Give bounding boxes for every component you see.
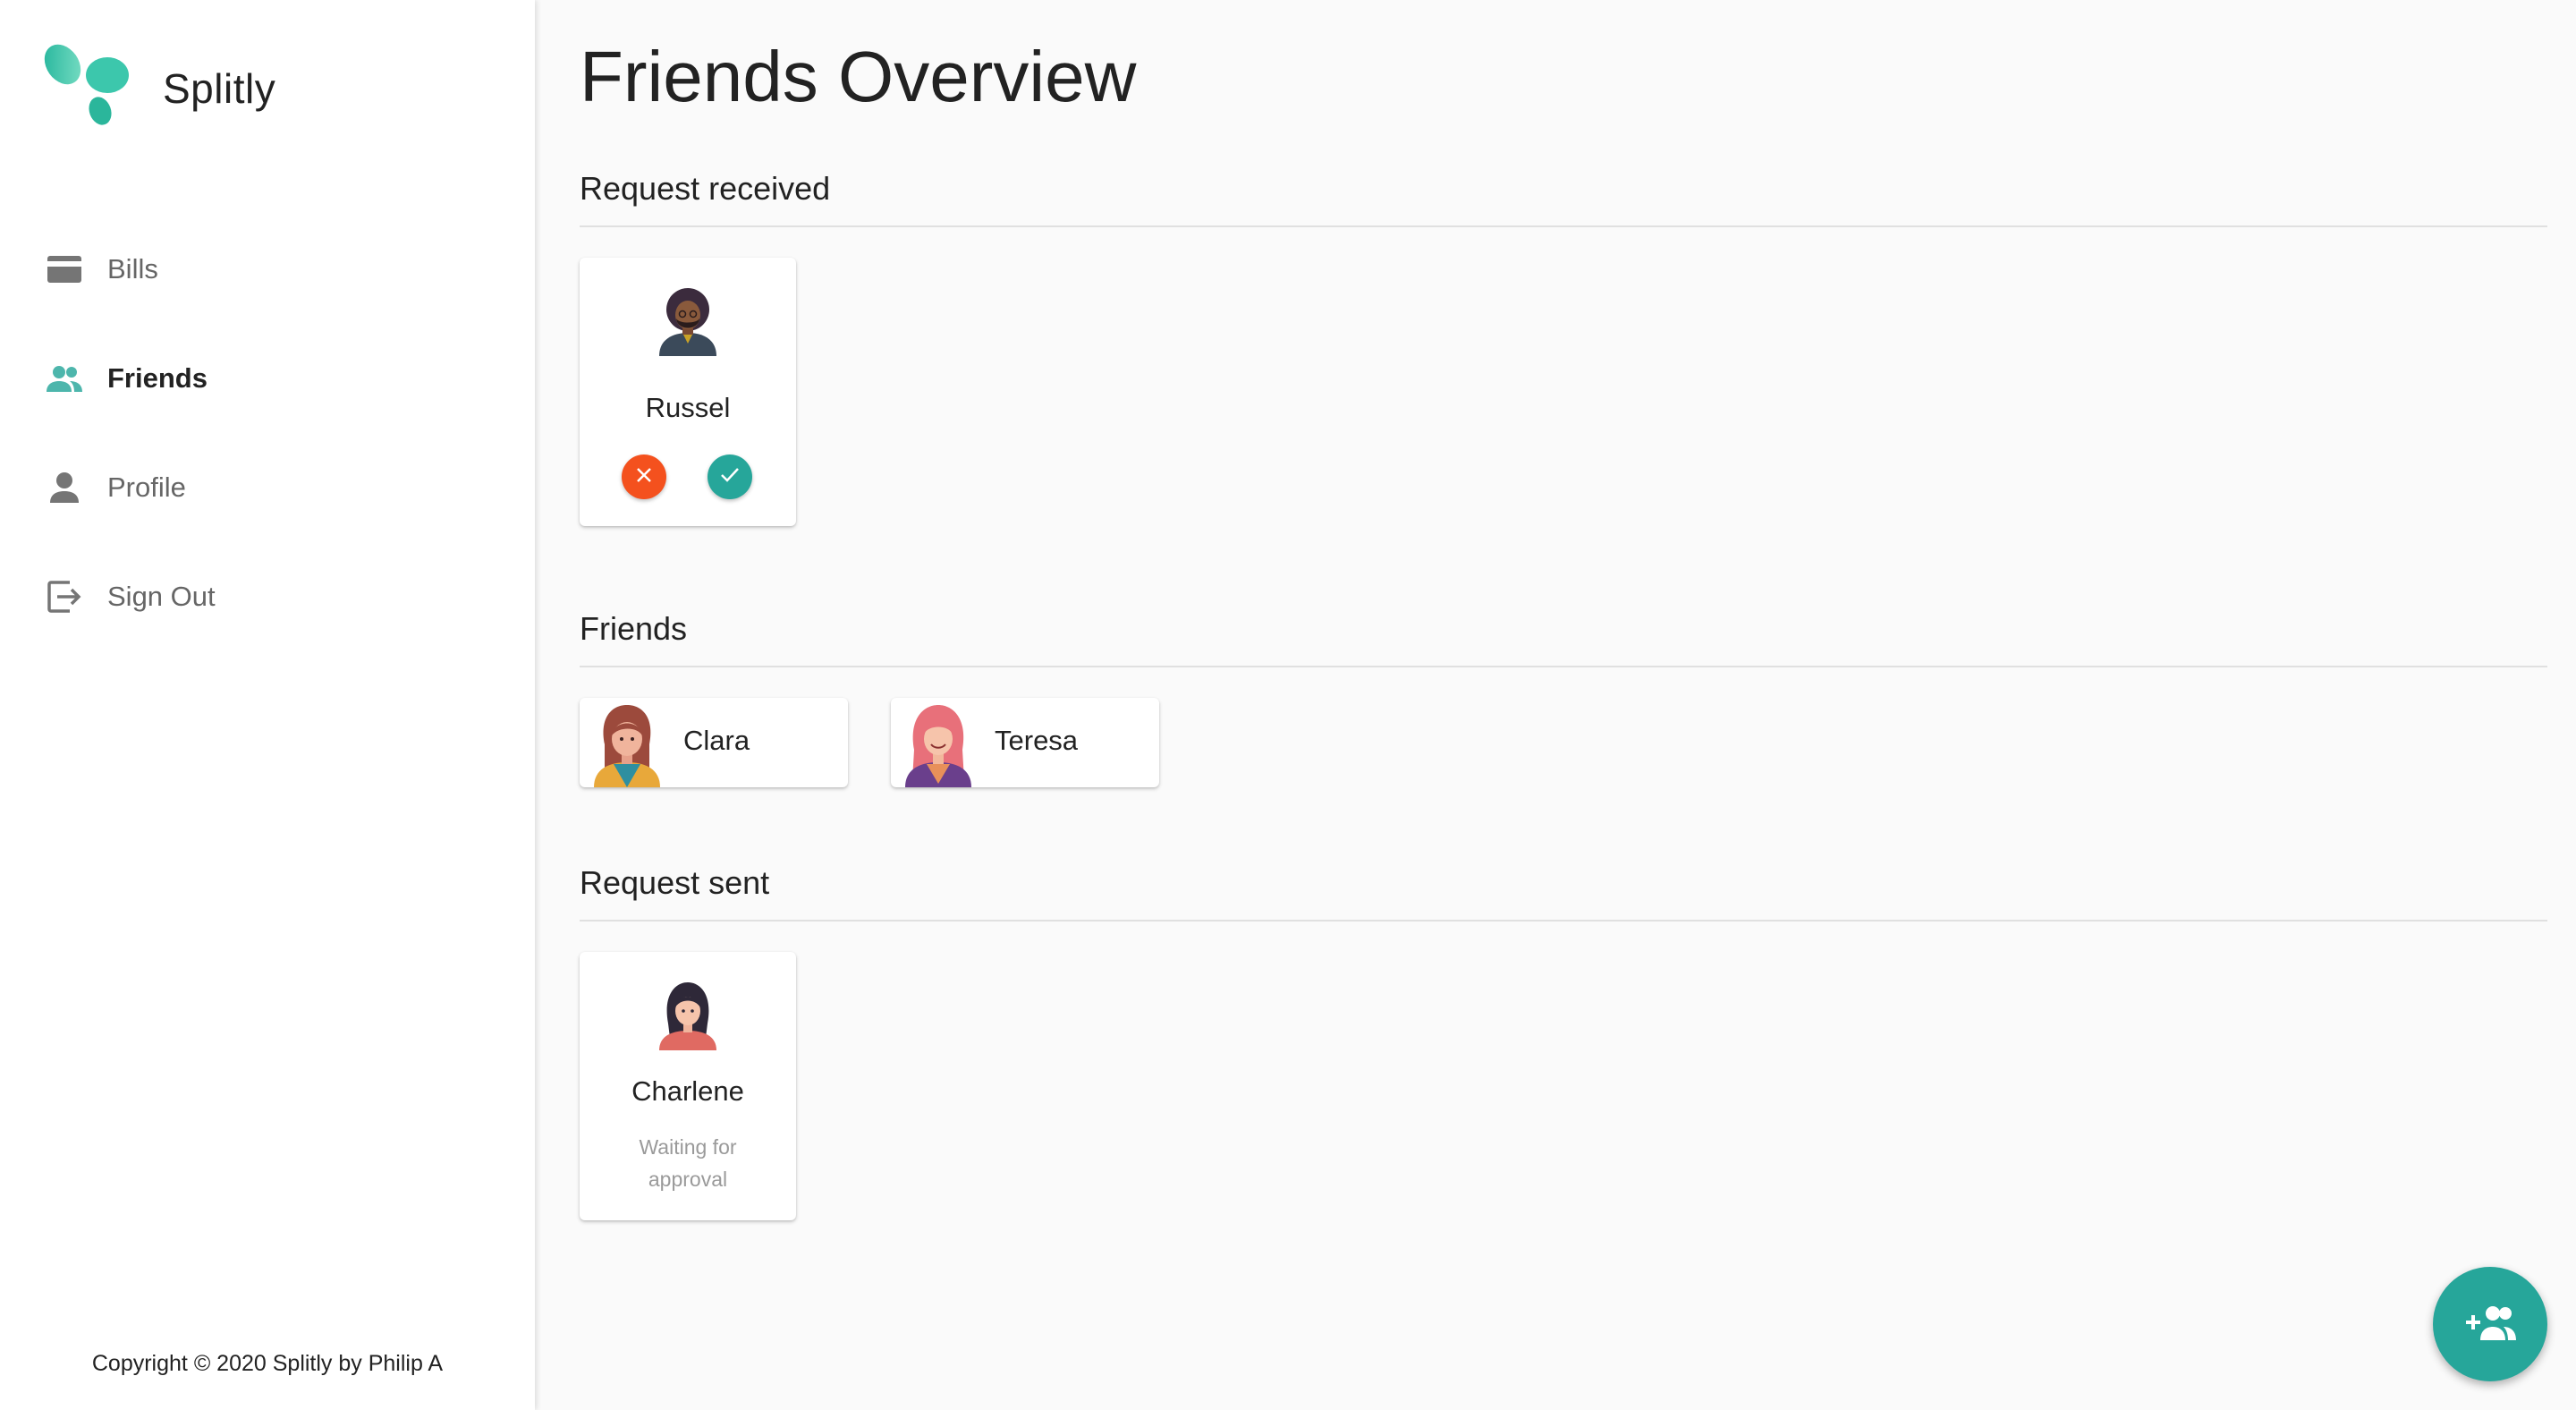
accept-request-button[interactable] xyxy=(708,454,752,499)
avatar xyxy=(652,979,724,1050)
friend-name: Teresa xyxy=(995,725,1079,756)
app-name: Splitly xyxy=(163,64,276,112)
request-status-text: Waiting for approval xyxy=(639,1135,737,1191)
friend-name: Charlene xyxy=(631,1075,744,1107)
sidebar: Splitly Bills Friends Profile Sign Out C… xyxy=(0,0,535,1410)
section-title-request-received: Request received xyxy=(580,170,831,207)
avatar xyxy=(652,285,724,356)
check-icon xyxy=(719,465,741,489)
divider xyxy=(580,225,2547,227)
friend-card[interactable]: Teresa xyxy=(891,698,1159,787)
sidebar-nav: Bills Friends Profile Sign Out xyxy=(0,215,535,651)
add-friend-icon xyxy=(2462,1303,2518,1346)
friend-request-card: Russel xyxy=(580,258,796,526)
friend-card[interactable]: Clara xyxy=(580,698,848,787)
reject-request-button[interactable] xyxy=(622,454,666,499)
section-title-request-sent: Request sent xyxy=(580,864,770,901)
person-icon xyxy=(45,468,84,507)
copyright-text: Copyright © 2020 Splitly by Philip A xyxy=(91,1351,444,1376)
divider xyxy=(580,920,2547,922)
avatar xyxy=(898,700,979,787)
sidebar-item-label: Bills xyxy=(107,253,158,285)
people-icon xyxy=(45,359,84,398)
credit-card-icon xyxy=(45,250,84,289)
splitly-logo-icon xyxy=(43,41,132,135)
friend-name: Clara xyxy=(683,725,750,756)
sidebar-item-profile[interactable]: Profile xyxy=(0,433,535,542)
sidebar-item-label: Sign Out xyxy=(107,581,216,612)
exit-icon xyxy=(45,577,84,616)
page-title: Friends Overview xyxy=(580,37,1137,116)
divider xyxy=(580,666,2547,667)
close-icon xyxy=(634,465,654,489)
sidebar-item-label: Friends xyxy=(107,362,208,394)
section-title-friends: Friends xyxy=(580,610,688,647)
sidebar-item-bills[interactable]: Bills xyxy=(0,215,535,324)
avatar xyxy=(587,700,667,787)
brand[interactable]: Splitly xyxy=(43,41,275,135)
add-friend-button[interactable] xyxy=(2433,1267,2547,1381)
sidebar-item-label: Profile xyxy=(107,471,186,503)
sidebar-item-sign-out[interactable]: Sign Out xyxy=(0,542,535,651)
sent-request-card: Charlene Waiting for approval xyxy=(580,952,796,1220)
friend-name: Russel xyxy=(645,392,731,423)
sidebar-item-friends[interactable]: Friends xyxy=(0,324,535,433)
